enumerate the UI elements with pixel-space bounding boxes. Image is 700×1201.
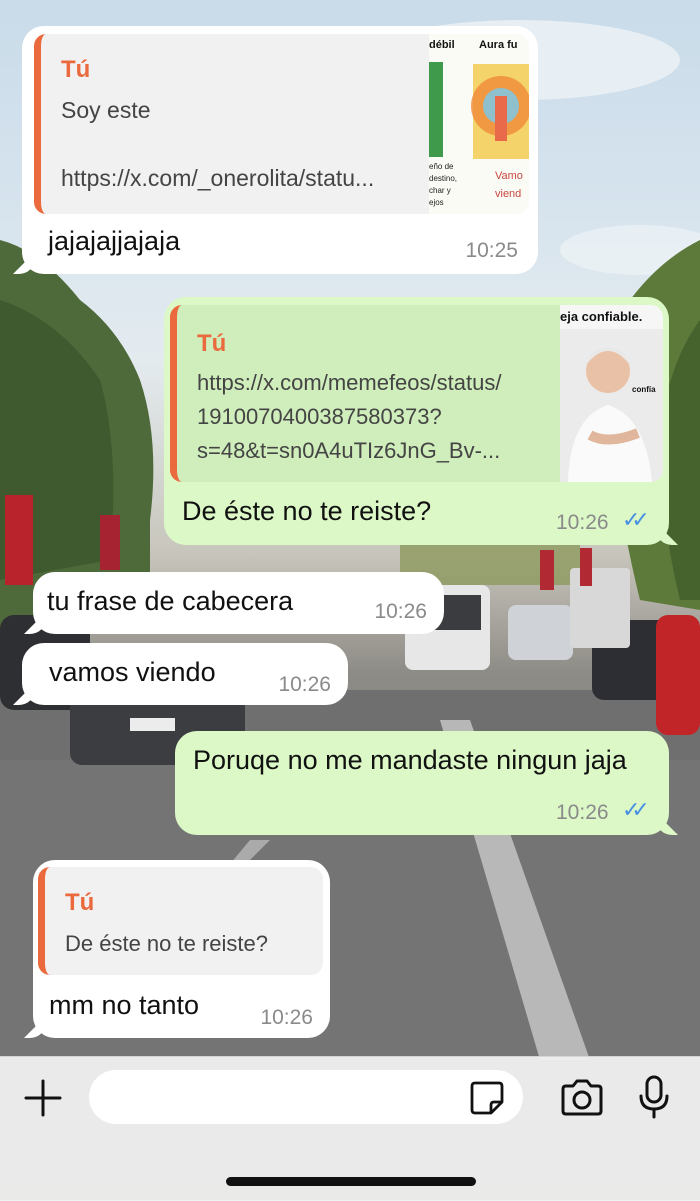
quote-thumbnail: débil Aura fu eño de destino, char y ejo…	[429, 34, 529, 214]
plus-icon[interactable]	[24, 1079, 62, 1117]
quote-link: https://x.com/memefeos/status/	[197, 370, 502, 395]
quote-author: Tú	[61, 56, 91, 83]
message-bubble-incoming[interactable]: tu frase de cabecera 10:26	[33, 572, 444, 634]
quote-thumbnail: eja confiable. confía	[560, 305, 663, 482]
home-indicator[interactable]	[226, 1177, 476, 1186]
sticker-icon[interactable]	[469, 1080, 505, 1116]
message-time: 10:25	[465, 239, 518, 262]
quote-link: https://x.com/_onerolita/statu...	[61, 165, 375, 191]
camera-icon[interactable]	[559, 1079, 605, 1117]
thumb-side-text: confía	[632, 385, 656, 394]
thumb-red-text: viend	[495, 188, 522, 200]
quote-text: Soy este	[61, 97, 151, 123]
thumb-heading: eja confiable.	[560, 309, 643, 324]
thumb-heading-left: débil	[429, 39, 455, 51]
quote-author: Tú	[65, 889, 95, 916]
quote-link: s=48&t=sn0A4uTIz6JnG_Bv-...	[197, 438, 501, 463]
message-text: Poruqe no me mandaste ningun jaja	[193, 745, 627, 775]
message-bubble-outgoing[interactable]: Tú https://x.com/memefeos/status/ 191007…	[164, 297, 669, 545]
message-time: 10:26	[556, 801, 609, 824]
read-receipt-icon: ✓✓	[622, 507, 650, 532]
message-input[interactable]	[89, 1070, 523, 1124]
message-text: tu frase de cabecera	[47, 586, 294, 616]
thumb-small-text: destino,	[429, 174, 458, 183]
quoted-message[interactable]: Tú Soy este https://x.com/_onerolita/sta…	[34, 34, 529, 214]
message-text: De éste no te reiste?	[182, 496, 432, 526]
message-bubble-incoming[interactable]: Tú Soy este https://x.com/_onerolita/sta…	[22, 26, 538, 274]
message-text: vamos viendo	[49, 657, 216, 687]
thumb-small-text: char y	[429, 186, 451, 195]
message-text: jajajajjajaja	[48, 226, 181, 256]
thumb-small-text: eño de	[429, 162, 454, 171]
quoted-message[interactable]: Tú https://x.com/memefeos/status/ 191007…	[170, 305, 663, 482]
thumb-red-text: Vamo	[495, 170, 523, 182]
thumb-small-text: ejos	[429, 198, 444, 207]
quote-link: 1910070400387580373?	[197, 404, 442, 429]
quote-author: Tú	[197, 330, 227, 357]
thumb-heading-right: Aura fu	[479, 39, 518, 51]
quoted-message[interactable]: Tú De éste no te reiste?	[38, 867, 323, 975]
message-time: 10:26	[374, 600, 427, 623]
message-bubble-incoming[interactable]: Tú De éste no te reiste? mm no tanto 10:…	[33, 860, 330, 1038]
message-bubble-incoming[interactable]: vamos viendo 10:26	[22, 643, 348, 705]
message-text: mm no tanto	[49, 990, 200, 1020]
message-time: 10:26	[260, 1006, 313, 1029]
message-time: 10:26	[278, 673, 331, 696]
composer-bar	[0, 1056, 700, 1201]
quote-text: De éste no te reiste?	[65, 931, 269, 956]
message-bubble-outgoing[interactable]: Poruqe no me mandaste ningun jaja 10:26 …	[175, 731, 669, 835]
microphone-icon[interactable]	[637, 1075, 671, 1119]
message-time: 10:26	[556, 511, 609, 534]
read-receipt-icon: ✓✓	[622, 797, 650, 822]
